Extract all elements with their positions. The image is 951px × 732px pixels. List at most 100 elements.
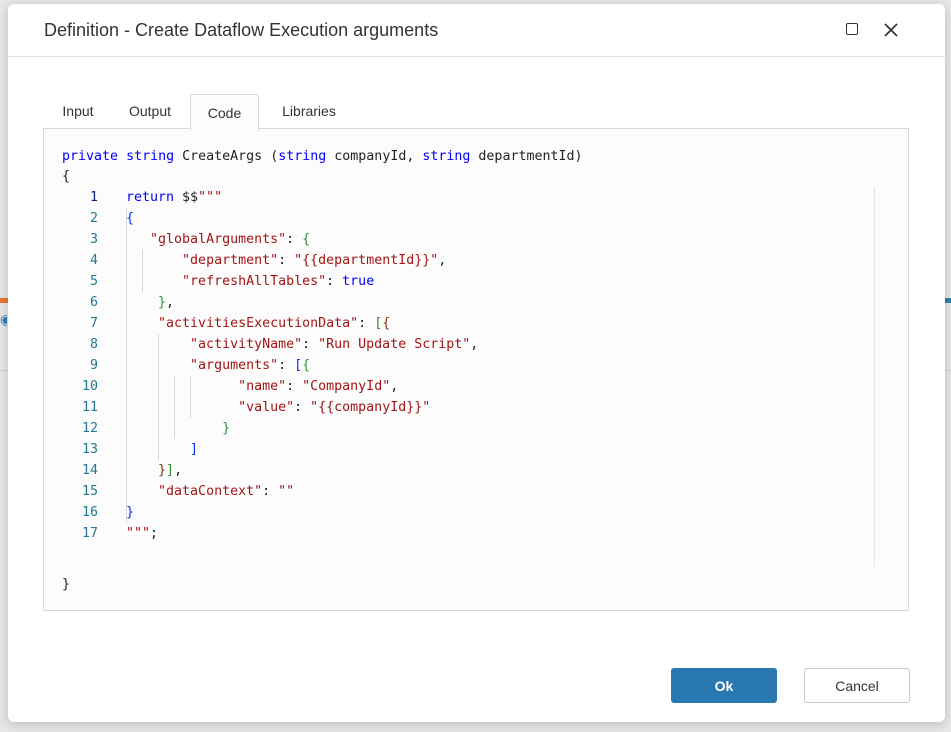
code-token: "globalArguments" [150,232,287,247]
code-line: 6 }, [62,292,862,313]
code-text: }, [126,292,174,313]
code-token: { [302,358,311,373]
code-token: return [126,190,175,205]
code-token: , [470,337,479,352]
background-divider-left [0,370,8,371]
tab-bar: Input Output Code Libraries [43,94,910,131]
code-token: , [174,463,183,478]
code-text: "department": "{{departmentId}}", [126,250,446,271]
code-token: ] [190,442,199,457]
background-accent-right [945,298,951,303]
code-token: { [126,211,135,226]
code-token: : [286,379,303,394]
signature-param1-type: string [278,149,327,164]
code-token: : [278,358,295,373]
code-token: true [342,274,375,289]
signature-method-name: CreateArgs [182,149,263,164]
ok-button[interactable]: Ok [671,668,777,703]
code-token: : [262,484,279,499]
line-number: 2 [89,211,98,226]
method-signature: private string CreateArgs (string compan… [62,147,583,167]
code-line: 2{ [62,208,862,229]
code-line: 7 "activitiesExecutionData": [{ [62,313,862,334]
code-text: { [126,208,134,229]
background-app-icon: ◉ [0,312,7,328]
line-number: 17 [81,526,98,541]
code-line: 12 } [62,418,862,439]
cancel-button[interactable]: Cancel [804,668,910,703]
code-text: "arguments": [{ [126,355,310,376]
code-token: $$ [174,190,199,205]
signature-keyword: private [62,149,119,164]
code-token: , [390,379,399,394]
code-token: ] [166,463,175,478]
code-line: 16} [62,502,862,523]
code-token: "refreshAllTables" [182,274,327,289]
code-text: "name": "CompanyId", [126,376,398,397]
code-token: "dataContext" [158,484,263,499]
code-text: "refreshAllTables": true [126,271,374,292]
code-token: : [302,337,319,352]
line-number: 3 [89,232,98,247]
code-token: { [302,232,311,247]
code-text: "globalArguments": { [126,229,310,250]
code-token: { [382,316,391,331]
code-token: } [222,421,231,436]
line-number: 6 [89,295,98,310]
signature-return-type: string [126,149,175,164]
code-token: """ [126,526,151,541]
code-token: [ [294,358,303,373]
tab-code[interactable]: Code [190,94,259,131]
dialog-title: Definition - Create Dataflow Execution a… [44,20,439,40]
code-text: "activitiesExecutionData": [{ [126,313,390,334]
code-line: 8 "activityName": "Run Update Script", [62,334,862,355]
signature-param1-name: companyId, [334,149,415,164]
code-line: 9 "arguments": [{ [62,355,862,376]
code-line: 3 "globalArguments": { [62,229,862,250]
line-number: 12 [81,421,98,436]
line-number: 11 [81,400,98,415]
tab-libraries[interactable]: Libraries [267,94,351,128]
code-token: "{{departmentId}}" [294,253,439,268]
line-number: 4 [89,253,98,268]
line-number: 16 [81,505,98,520]
code-token: "Run Update Script" [318,337,471,352]
line-number: 8 [89,337,98,352]
tab-output[interactable]: Output [115,94,185,128]
code-line: 15 "dataContext": "" [62,481,862,502]
close-icon[interactable] [882,21,900,39]
code-token: "" [278,484,295,499]
maximize-icon[interactable] [846,23,858,35]
code-token: ; [150,526,159,541]
editor-scrollbar[interactable] [874,187,889,567]
code-token: "activitiesExecutionData" [158,316,359,331]
code-token: } [126,505,135,520]
line-number: 15 [81,484,98,499]
line-number: 13 [81,442,98,457]
code-line: 13 ] [62,439,862,460]
code-token: "value" [238,400,295,415]
code-text: ] [126,439,198,460]
background-divider-right [945,370,951,371]
code-token: : [286,232,303,247]
code-text: "value": "{{companyId}}" [126,397,430,418]
code-token: "arguments" [190,358,279,373]
code-line: 4 "department": "{{departmentId}}", [62,250,862,271]
code-token: "department" [182,253,279,268]
code-token: , [166,295,175,310]
code-token: : [278,253,295,268]
method-open-brace: { [62,169,71,184]
code-token: , [438,253,447,268]
code-token: "CompanyId" [302,379,391,394]
code-text: } [126,502,134,523]
code-token: [ [374,316,383,331]
code-token: : [294,400,311,415]
code-editor[interactable]: 1 return $$""" 2{3 "globalArguments": {4 "… [62,187,890,567]
tab-input[interactable]: Input [43,94,113,128]
code-line: 10 "name": "CompanyId", [62,376,862,397]
